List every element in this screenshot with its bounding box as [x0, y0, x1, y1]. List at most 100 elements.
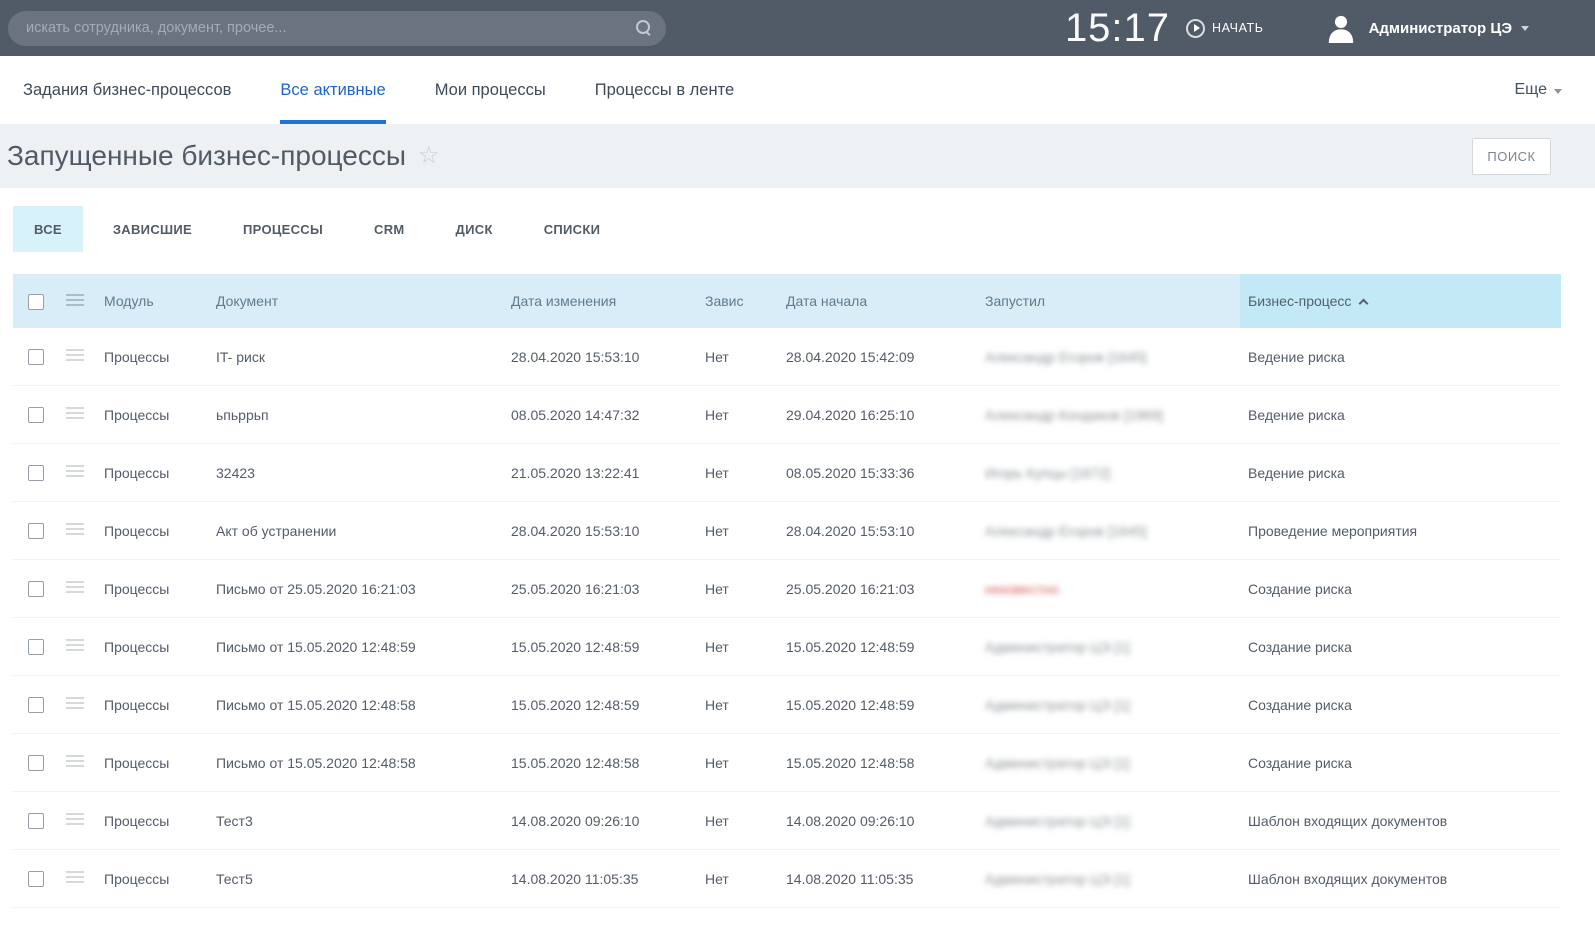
cell-launcher[interactable]: неизвестно [980, 581, 1240, 597]
cell-module: Процессы [99, 697, 211, 713]
cell-modified: 14.08.2020 11:05:35 [506, 871, 700, 887]
cell-document[interactable]: Письмо от 15.05.2020 12:48:58 [211, 755, 506, 771]
table-row[interactable]: Процессы Акт об устранении 28.04.2020 15… [13, 502, 1561, 560]
row-checkbox[interactable] [28, 813, 44, 829]
cell-document[interactable]: ьпьррьп [211, 407, 506, 423]
processes-table: Модуль Документ Дата изменения Завис Дат… [13, 274, 1561, 908]
cell-document[interactable]: Акт об устранении [211, 523, 506, 539]
col-module[interactable]: Модуль [99, 293, 211, 309]
select-all-checkbox[interactable] [28, 294, 44, 310]
row-menu-icon[interactable] [66, 462, 84, 480]
row-checkbox[interactable] [28, 349, 44, 365]
col-modified[interactable]: Дата изменения [506, 293, 700, 309]
table-row[interactable]: Процессы 32423 21.05.2020 13:22:41 Нет 0… [13, 444, 1561, 502]
col-stuck[interactable]: Завис [700, 293, 781, 309]
cell-document[interactable]: Тест5 [211, 871, 506, 887]
filter-all[interactable]: ВСЕ [13, 206, 83, 252]
table-row[interactable]: Процессы Письмо от 15.05.2020 12:48:59 1… [13, 618, 1561, 676]
row-menu-icon[interactable] [66, 404, 84, 422]
row-menu-icon[interactable] [66, 520, 84, 538]
cell-module: Процессы [99, 523, 211, 539]
favorite-star-icon[interactable]: ☆ [418, 144, 440, 168]
cell-document[interactable]: IT- риск [211, 349, 506, 365]
cell-stuck: Нет [700, 639, 781, 655]
cell-document[interactable]: Письмо от 15.05.2020 12:48:59 [211, 639, 506, 655]
cell-document[interactable]: 32423 [211, 465, 506, 481]
cell-launcher[interactable]: Александр Кондаков [1969] [980, 407, 1240, 423]
cell-modified: 25.05.2020 16:21:03 [506, 581, 700, 597]
tab-bp-tasks[interactable]: Задания бизнес-процессов [23, 56, 231, 124]
filter-lists[interactable]: СПИСКИ [523, 206, 622, 252]
table-row[interactable]: Процессы Письмо от 15.05.2020 12:48:58 1… [13, 734, 1561, 792]
row-checkbox[interactable] [28, 465, 44, 481]
cell-launcher[interactable]: Администратор ЦЭ [1] [980, 755, 1240, 771]
cell-process: Создание риска [1240, 755, 1561, 771]
filter-disk[interactable]: ДИСК [435, 206, 514, 252]
row-checkbox[interactable] [28, 755, 44, 771]
tab-processes-in-feed[interactable]: Процессы в ленте [595, 56, 734, 124]
cell-document[interactable]: Письмо от 15.05.2020 12:48:58 [211, 697, 506, 713]
cell-process: Проведение мероприятия [1240, 523, 1561, 539]
user-name[interactable]: Администратор ЦЭ [1369, 20, 1512, 37]
table-row[interactable]: Процессы Тест5 14.08.2020 11:05:35 Нет 1… [13, 850, 1561, 908]
table-body: Процессы IT- риск 28.04.2020 15:53:10 Не… [13, 328, 1561, 908]
row-menu-icon[interactable] [66, 346, 84, 364]
row-checkbox[interactable] [28, 871, 44, 887]
row-checkbox[interactable] [28, 581, 44, 597]
cell-stuck: Нет [700, 407, 781, 423]
col-process-sorted[interactable]: Бизнес-процесс [1240, 274, 1561, 328]
row-checkbox[interactable] [28, 639, 44, 655]
row-menu-icon[interactable] [66, 636, 84, 654]
table-row[interactable]: Процессы ьпьррьп 08.05.2020 14:47:32 Нет… [13, 386, 1561, 444]
row-menu-icon[interactable] [66, 578, 84, 596]
cell-module: Процессы [99, 871, 211, 887]
table-row[interactable]: Процессы Письмо от 15.05.2020 12:48:58 1… [13, 676, 1561, 734]
cell-launcher[interactable]: Администратор ЦЭ [1] [980, 697, 1240, 713]
avatar[interactable] [1326, 13, 1356, 43]
cell-started: 28.04.2020 15:42:09 [781, 349, 980, 365]
filter-processes[interactable]: ПРОЦЕССЫ [222, 206, 344, 252]
cell-stuck: Нет [700, 349, 781, 365]
start-timer-button[interactable]: НАЧАТЬ [1186, 19, 1264, 38]
col-document[interactable]: Документ [211, 293, 506, 309]
cell-launcher[interactable]: Администратор ЦЭ [1] [980, 813, 1240, 829]
cell-launcher[interactable]: Игорь Купцы [1672] [980, 465, 1240, 481]
user-menu-caret-icon[interactable] [1521, 26, 1529, 31]
cell-module: Процессы [99, 639, 211, 655]
cell-document[interactable]: Тест3 [211, 813, 506, 829]
row-checkbox[interactable] [28, 407, 44, 423]
search-button[interactable]: ПОИСК [1472, 138, 1551, 175]
filter-stuck[interactable]: ЗАВИСШИЕ [92, 206, 213, 252]
cell-process: Создание риска [1240, 581, 1561, 597]
search-input[interactable] [26, 20, 636, 36]
cell-modified: 08.05.2020 14:47:32 [506, 407, 700, 423]
cell-modified: 28.04.2020 15:53:10 [506, 349, 700, 365]
col-started[interactable]: Дата начала [781, 293, 980, 309]
search-icon[interactable] [636, 20, 652, 36]
row-menu-icon[interactable] [66, 752, 84, 770]
col-launcher[interactable]: Запустил [980, 293, 1240, 309]
cell-modified: 15.05.2020 12:48:59 [506, 639, 700, 655]
global-search[interactable] [8, 11, 666, 46]
filter-crm[interactable]: CRM [353, 206, 426, 252]
row-checkbox[interactable] [28, 697, 44, 713]
tab-all-active[interactable]: Все активные [280, 56, 385, 124]
cell-launcher[interactable]: Администратор ЦЭ [1] [980, 639, 1240, 655]
row-checkbox[interactable] [28, 523, 44, 539]
table-row[interactable]: Процессы IT- риск 28.04.2020 15:53:10 Не… [13, 328, 1561, 386]
table-row[interactable]: Процессы Письмо от 25.05.2020 16:21:03 2… [13, 560, 1561, 618]
more-menu[interactable]: Еще [1514, 56, 1595, 124]
tab-my-processes[interactable]: Мои процессы [435, 56, 546, 124]
cell-launcher[interactable]: Александр Егоров [1645] [980, 523, 1240, 539]
table-row[interactable]: Процессы Тест3 14.08.2020 09:26:10 Нет 1… [13, 792, 1561, 850]
cell-document[interactable]: Письмо от 25.05.2020 16:21:03 [211, 581, 506, 597]
cell-module: Процессы [99, 349, 211, 365]
row-menu-icon[interactable] [66, 868, 84, 886]
row-menu-icon[interactable] [66, 694, 84, 712]
cell-launcher[interactable]: Александр Егоров [1645] [980, 349, 1240, 365]
header-menu-icon[interactable] [66, 291, 84, 309]
cell-modified: 15.05.2020 12:48:58 [506, 755, 700, 771]
cell-launcher[interactable]: Администратор ЦЭ [1] [980, 871, 1240, 887]
cell-stuck: Нет [700, 523, 781, 539]
row-menu-icon[interactable] [66, 810, 84, 828]
